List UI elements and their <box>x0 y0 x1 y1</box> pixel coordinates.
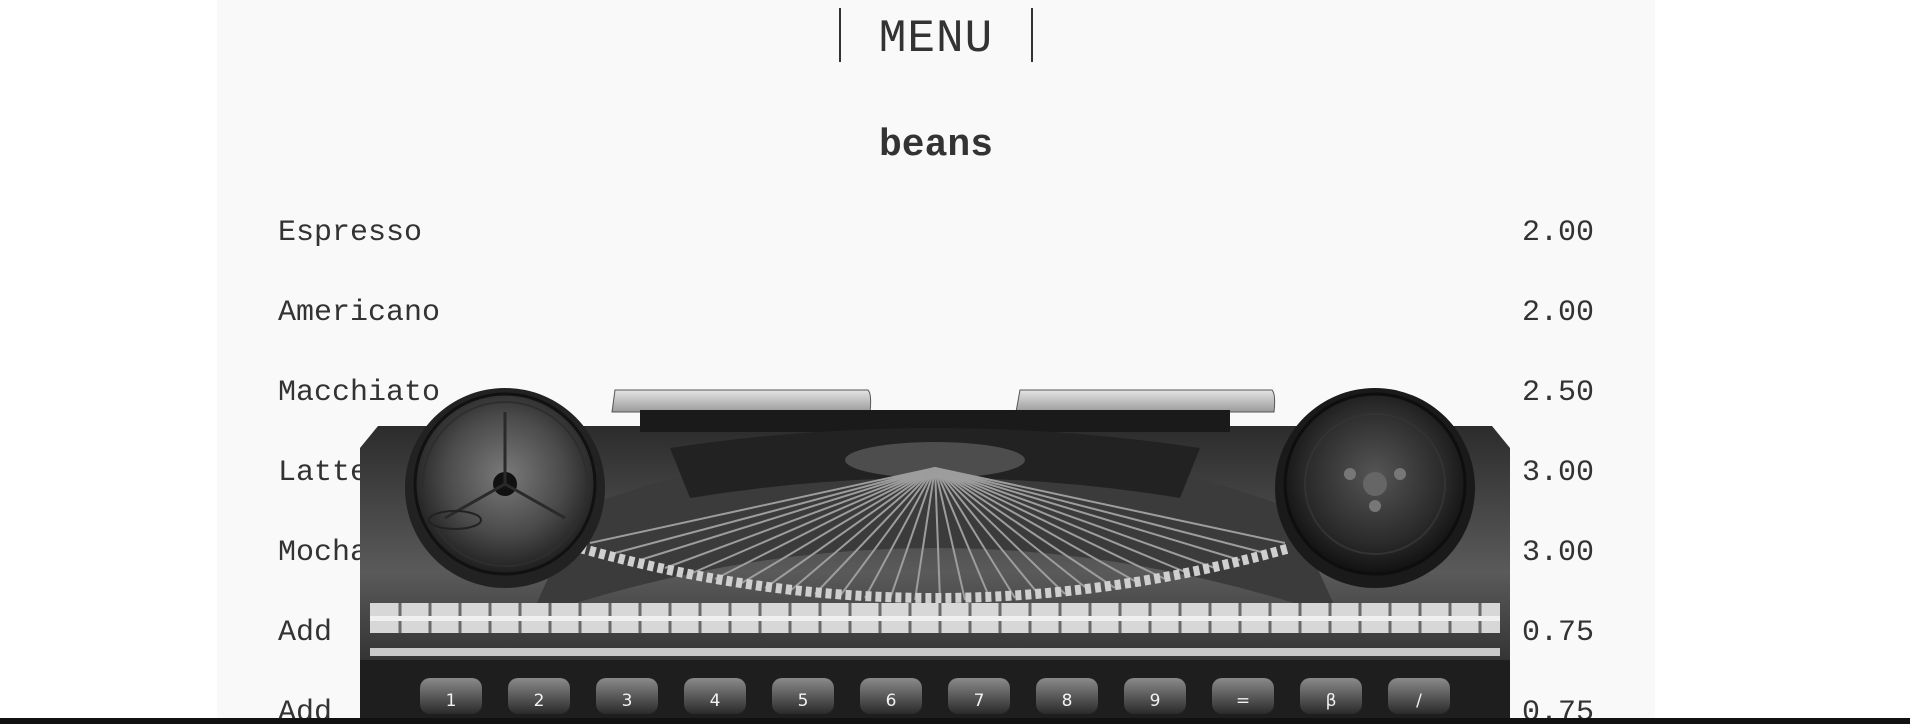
key-label: 6 <box>886 691 897 711</box>
key-label: 1 <box>446 691 457 711</box>
menu-title-text: MENU <box>878 13 994 66</box>
key-label: = <box>1236 691 1250 711</box>
item-name: Mocha <box>278 536 369 570</box>
menu-item-espresso: Espresso 2.00 <box>278 216 1594 256</box>
item-price: 0.75 <box>1521 696 1594 718</box>
left-divider <box>838 8 841 62</box>
key-label: / <box>1416 691 1422 711</box>
item-price: 2.00 <box>1521 216 1594 250</box>
bottom-edge <box>0 718 1910 724</box>
item-price: 2.00 <box>1521 296 1594 330</box>
item-name: Espresso <box>278 216 423 250</box>
item-price: 2.50 <box>1521 376 1594 410</box>
page: MENU beans Espresso 2.00 Americano 2.00 … <box>0 0 1910 724</box>
item-price: 3.00 <box>1521 536 1594 570</box>
item-price: 3.00 <box>1521 456 1594 490</box>
item-name: Americano <box>278 296 441 330</box>
key-label: 7 <box>974 691 985 711</box>
key-label: 2 <box>534 691 545 711</box>
key-label: 9 <box>1150 691 1161 711</box>
typewriter-image: 1 2 3 4 5 6 7 8 9 = β / <box>360 388 1510 718</box>
menu-item-americano: Americano 2.00 <box>278 296 1594 336</box>
menu-heading: MENU <box>217 8 1655 66</box>
key-label: β <box>1326 691 1337 711</box>
key-label: 4 <box>710 691 721 711</box>
section-title: beans <box>878 124 994 167</box>
item-name: Latte <box>278 456 369 490</box>
key-label: 8 <box>1062 691 1073 711</box>
item-name: Add <box>278 616 333 650</box>
key-label: 5 <box>798 691 809 711</box>
item-price: 0.75 <box>1521 616 1594 650</box>
item-name: Add <box>278 696 333 718</box>
right-divider <box>1031 8 1034 62</box>
key-label: 3 <box>622 691 633 711</box>
